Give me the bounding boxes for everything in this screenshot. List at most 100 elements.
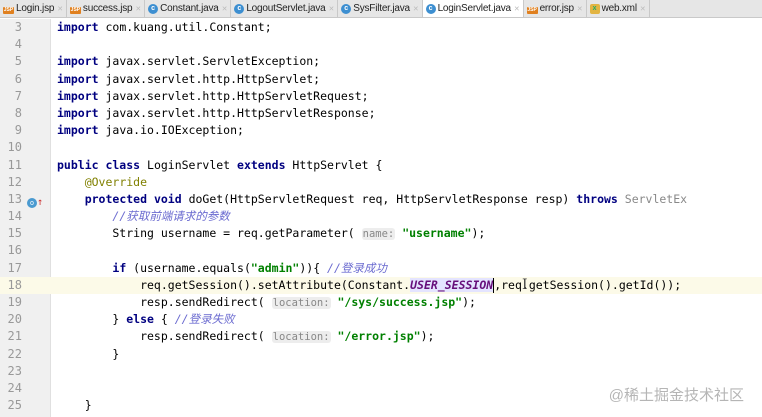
code-line: 22 }	[0, 346, 762, 363]
java-file-icon: c	[234, 3, 245, 14]
line-number: 14	[7, 209, 22, 224]
tab-success-jsp[interactable]: JSP success.jsp ✕	[67, 0, 146, 17]
token-kw: extends	[237, 157, 293, 172]
token-str: "admin"	[250, 260, 300, 275]
token-str: "username"	[402, 226, 472, 241]
close-tab-icon[interactable]: ✕	[413, 5, 419, 13]
token: {	[160, 312, 175, 327]
tab-web-xml[interactable]: x web.xml ✕	[587, 0, 650, 17]
line-number: 16	[7, 243, 22, 258]
token: resp.sendRedirect(	[57, 295, 272, 309]
code-line: 17 if (username.equals("admin")){ //登录成功	[0, 260, 762, 277]
token-kw: import	[57, 20, 106, 34]
code-text: }	[57, 397, 92, 414]
code-editor[interactable]: 3 import com.kuang.util.Constant; 4 5 import…	[0, 19, 762, 417]
token-kw: protected void	[84, 191, 189, 206]
token: String username = req.getParameter(	[57, 226, 362, 241]
token: );	[471, 226, 486, 241]
code-text: protected void doGet(HttpServletRequest …	[57, 191, 687, 208]
line-number: 3	[14, 20, 22, 34]
line-number: 23	[7, 363, 22, 378]
token-gray: ServletEx	[624, 191, 688, 206]
tab-label: web.xml	[601, 3, 637, 14]
java-file-icon: c	[148, 3, 159, 14]
code-line: 12 @Override	[0, 174, 762, 191]
close-tab-icon[interactable]: ✕	[222, 5, 228, 13]
code-line: 10	[0, 139, 762, 156]
token: );	[420, 329, 435, 344]
code-line: 15 String username = req.getParameter( n…	[0, 225, 762, 242]
token: )){	[299, 260, 328, 275]
tab-error-jsp[interactable]: JSP error.jsp ✕	[524, 0, 587, 17]
code-line: 18 req.getSession().setAttribute(Constan…	[0, 276, 762, 294]
line-number: 4	[14, 37, 22, 52]
tab-logoutservlet-java[interactable]: c LogoutServlet.java ✕	[231, 0, 339, 17]
watermark: @稀土掘金技术社区	[608, 387, 744, 404]
close-tab-icon[interactable]: ✕	[514, 5, 520, 13]
token-cst: USER_SESSION	[410, 277, 494, 292]
close-tab-icon[interactable]: ✕	[640, 5, 646, 13]
token-hint: location:	[271, 331, 331, 344]
token-kw: import	[57, 71, 106, 86]
token: com.kuang.util.Constant;	[105, 20, 272, 34]
close-tab-icon[interactable]: ✕	[57, 5, 63, 13]
code-line: 23	[0, 363, 762, 380]
code-text: import javax.servlet.http.HttpServletRes…	[57, 105, 376, 122]
token-ann: @Override	[84, 174, 148, 189]
token: resp.sendRedirect(	[57, 329, 272, 344]
tab-login-jsp[interactable]: JSP Login.jsp ✕	[0, 0, 67, 17]
tab-label: Constant.java	[160, 3, 219, 14]
code-text: import com.kuang.util.Constant;	[57, 19, 272, 36]
token: }	[57, 398, 92, 413]
token: javax.servlet.http.HttpServlet;	[105, 71, 321, 86]
close-tab-icon[interactable]: ✕	[577, 5, 583, 13]
line-number: 8	[14, 105, 22, 120]
tab-label: SysFilter.java	[353, 3, 410, 14]
jsp-file-icon: JSP	[69, 7, 81, 14]
token: }	[57, 346, 120, 361]
line-number: 13	[7, 191, 22, 206]
line-number: 11	[7, 157, 22, 172]
token-kw: import	[57, 105, 106, 120]
token-kw: throws	[576, 191, 625, 206]
token: javax.servlet.http.HttpServletResponse;	[105, 105, 376, 120]
token: req.getSession().setAttribute(Constant.	[57, 277, 411, 292]
token: javax.servlet.http.HttpServletRequest;	[105, 88, 369, 103]
code-line: 3 import com.kuang.util.Constant;	[0, 19, 762, 36]
tab-label: error.jsp	[539, 3, 575, 14]
java-file-icon: c	[341, 3, 352, 14]
tab-constant-java[interactable]: c Constant.java ✕	[145, 0, 232, 17]
token-cm: //登录成功	[327, 260, 387, 275]
tab-loginservlet-java[interactable]: c LoginServlet.java ✕	[422, 0, 524, 17]
code-line: 8 import javax.servlet.http.HttpServletRe…	[0, 105, 762, 122]
code-text: import javax.servlet.http.HttpServlet;	[57, 71, 320, 88]
tab-label: LogoutServlet.java	[246, 3, 326, 14]
close-tab-icon[interactable]: ✕	[329, 5, 335, 13]
tab-sysfilter-java[interactable]: c SysFilter.java ✕	[338, 0, 423, 17]
code-text: import javax.servlet.http.HttpServletReq…	[57, 88, 369, 105]
token-kw: else	[126, 312, 161, 327]
token-cm: //获取前端请求的参数	[112, 209, 230, 224]
tab-label: Login.jsp	[16, 3, 55, 14]
line-number: 9	[14, 123, 22, 138]
code-text: import javax.servlet.ServletException;	[57, 53, 320, 70]
token-hint: location:	[271, 297, 331, 309]
line-number: 17	[7, 260, 22, 275]
token-kw: public class	[57, 157, 148, 172]
close-tab-icon[interactable]: ✕	[135, 5, 141, 13]
code-text: //获取前端请求的参数	[57, 208, 230, 225]
code-text: req.getSession().setAttribute(Constant.U…	[57, 277, 681, 294]
token-str: "/error.jsp"	[337, 329, 421, 344]
line-number: 5	[14, 54, 22, 69]
code-text: resp.sendRedirect( location: "/error.jsp…	[57, 328, 434, 346]
code-text: import java.io.IOException;	[57, 122, 244, 139]
token-kw: import	[57, 123, 106, 138]
token-kw: import	[57, 88, 106, 103]
code-line: 21 resp.sendRedirect( location: "/error.…	[0, 328, 762, 345]
code-text: } else { //登录失败	[57, 311, 234, 328]
code-line: 7 import javax.servlet.http.HttpServletRe…	[0, 88, 762, 105]
